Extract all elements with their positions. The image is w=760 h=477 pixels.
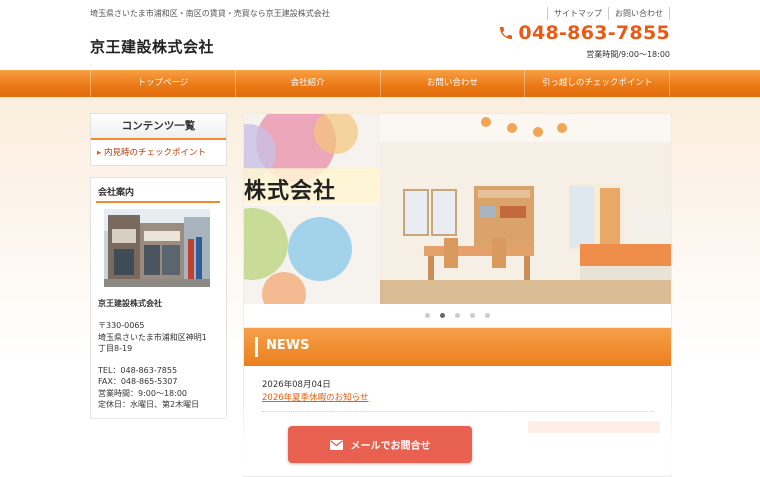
company-postal: 〒330-0065	[98, 321, 145, 331]
nav-item-top[interactable]: トップページ	[90, 70, 235, 97]
contact-link[interactable]: お問い合わせ	[608, 7, 670, 20]
slider-dot[interactable]	[455, 313, 460, 318]
arrow-right-icon: ▸	[97, 148, 102, 158]
phone-icon	[500, 27, 513, 39]
hero-slider[interactable]: 株式会社	[243, 113, 672, 329]
phone-number[interactable]: 048-863-7855	[518, 22, 670, 44]
storefront-photo	[104, 209, 210, 287]
news-heading: NEWS	[266, 338, 310, 353]
company-info: 京王建設株式会社 〒330-0065 埼玉県さいたま市浦和区神明1 丁目8-19…	[98, 298, 207, 410]
main-nav: トップページ 会社紹介 お問い合わせ 引っ越しのチェックポイント	[0, 70, 760, 97]
nav-item-moving-checkpoints[interactable]: 引っ越しのチェックポイント	[524, 70, 670, 97]
nav-item-company[interactable]: 会社紹介	[234, 70, 380, 97]
news-item-link[interactable]: 2026年夏季休暇のお知らせ	[262, 391, 368, 403]
faded-banner	[528, 421, 660, 433]
business-hours: 営業時間/9:00〜18:00	[586, 50, 670, 59]
contents-link-viewing-checkpoints[interactable]: ▸ 内見時のチェックポイント	[91, 140, 226, 158]
slider-dot[interactable]	[470, 313, 475, 318]
news-header-bar	[255, 337, 258, 357]
slider-dots	[244, 313, 671, 318]
phone-block[interactable]: 048-863-7855	[498, 22, 670, 44]
company-tel: TEL：048-863-7855	[98, 366, 178, 376]
company-heading-underline	[96, 201, 220, 203]
mail-contact-label: メールでお問合せ	[350, 441, 431, 452]
company-fax: FAX：048-865-5307	[98, 377, 178, 387]
site-title[interactable]: 京王建設株式会社	[90, 36, 214, 57]
company-box: 会社案内 京王建設株式会社 〒330-0065 埼玉県さいたま市浦和区神明1 丁…	[90, 177, 227, 419]
news-date: 2026年08月04日	[262, 380, 331, 390]
slider-dot[interactable]	[425, 313, 430, 318]
hero-caption: 株式会社	[244, 179, 337, 204]
sitemap-link[interactable]: サイトマップ	[547, 7, 608, 20]
header-links: サイトマップ お問い合わせ	[547, 7, 670, 20]
contents-heading: コンテンツ一覧	[91, 114, 226, 140]
company-address-line2: 丁目8-19	[98, 343, 133, 353]
contents-link-label[interactable]: 内見時のチェックポイント	[104, 148, 206, 158]
hero-slide-image	[244, 114, 671, 304]
mail-contact-button[interactable]: メールでお問合せ	[288, 426, 472, 463]
company-heading: 会社案内	[98, 188, 135, 198]
slider-dot-active[interactable]	[440, 313, 445, 318]
company-hours: 営業時間：9:00〜18:00	[98, 388, 188, 398]
mail-icon	[329, 439, 343, 450]
contents-box: コンテンツ一覧 ▸ 内見時のチェックポイント	[90, 113, 227, 166]
header-tagline: 埼玉県さいたま市浦和区・南区の賃貸・売買なら京王建設株式会社	[90, 9, 330, 18]
slider-dot[interactable]	[485, 313, 490, 318]
news-header: NEWS	[244, 328, 671, 366]
company-name: 京王建設株式会社	[98, 299, 162, 308]
nav-item-contact[interactable]: お問い合わせ	[379, 70, 525, 97]
company-address-line1: 埼玉県さいたま市浦和区神明1	[98, 332, 207, 342]
